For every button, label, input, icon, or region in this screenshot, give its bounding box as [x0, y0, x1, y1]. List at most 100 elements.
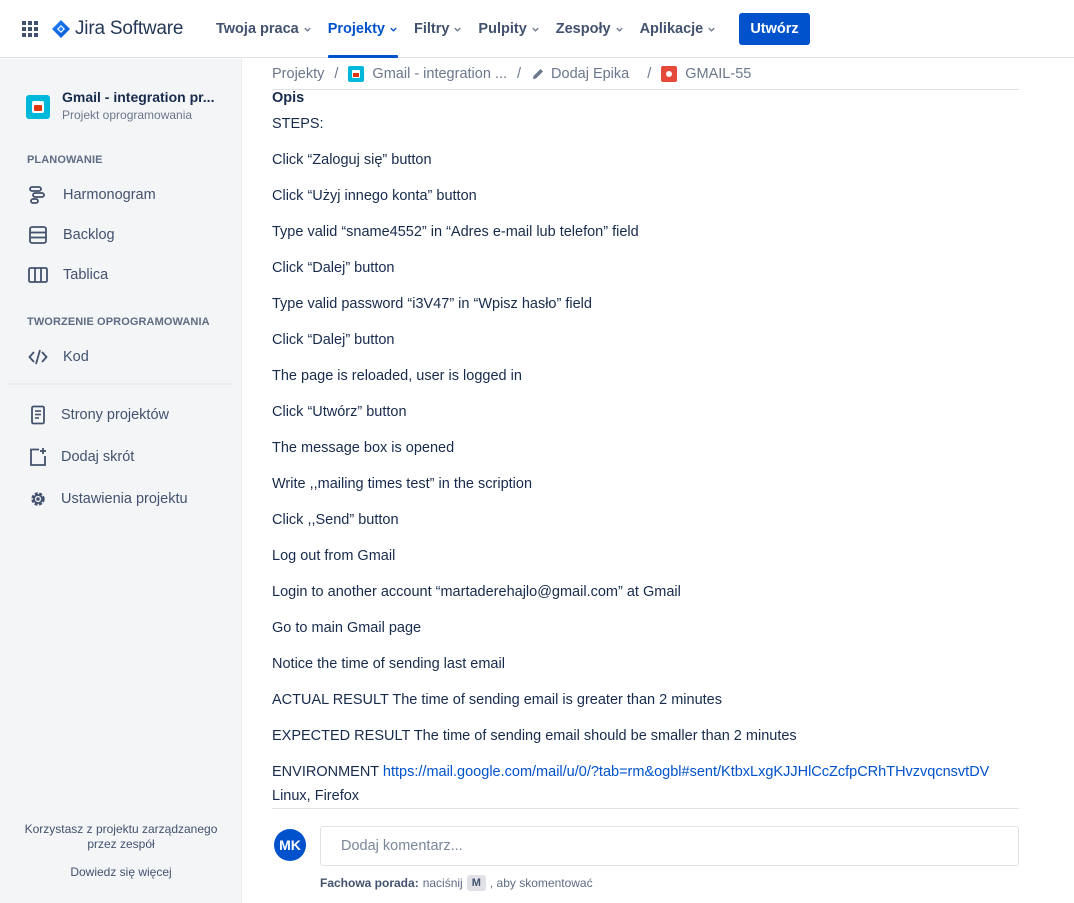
nav-label: Aplikacje: [639, 21, 704, 37]
sidebar-item-kod[interactable]: Kod: [27, 345, 89, 369]
code-icon: [27, 346, 49, 368]
description-line: Log out from Gmail: [272, 548, 396, 564]
breadcrumb: Projekty / Gmail - integration ... / Dod…: [272, 62, 751, 86]
project-type: Projekt oprogramowania: [62, 108, 193, 122]
description-line: Type valid “sname4552” in “Adres e-mail …: [272, 224, 639, 240]
chevron-down-icon: [390, 27, 397, 32]
breadcrumb-epic[interactable]: Dodaj Epika: [531, 66, 629, 82]
nav-label: Twoja praca: [216, 21, 299, 37]
chevron-down-icon: [708, 27, 715, 32]
environment-details: Linux, Firefox: [272, 788, 360, 804]
pro-tip-label: Fachowa porada:: [320, 876, 419, 890]
description-line: Click “Dalej” button: [272, 332, 395, 348]
project-sidebar: Gmail - integration pr... Projekt oprogr…: [0, 59, 242, 903]
description-line: Click ,,Send” button: [272, 512, 399, 528]
pro-tip-text: , aby skomentować: [489, 876, 593, 890]
jira-logo-icon: [52, 20, 70, 38]
breadcrumb-project[interactable]: Gmail - integration ...: [348, 66, 507, 82]
nav-label: Zespoły: [555, 21, 611, 37]
primary-nav: Twoja praca Projekty Filtry Pulpity Zesp…: [208, 0, 724, 58]
nav-pulpity[interactable]: Pulpity: [470, 0, 547, 58]
project-header[interactable]: Gmail - integration pr... Projekt oprogr…: [26, 89, 214, 122]
sidebar-item-label: Dodaj skrót: [61, 449, 135, 465]
chevron-down-icon: [615, 27, 623, 32]
description-line: Login to another account “martaderehajlo…: [272, 584, 681, 600]
app-switcher-icon[interactable]: [22, 21, 38, 37]
comment-input[interactable]: [320, 826, 1019, 866]
project-avatar-icon: [348, 66, 365, 82]
sidebar-item-ustawienia-projektu[interactable]: Ustawienia projektu: [27, 487, 188, 511]
sidebar-divider: [8, 383, 232, 385]
description-line: The message box is opened: [272, 440, 455, 456]
chevron-down-icon: [532, 27, 539, 32]
nav-twoja-praca[interactable]: Twoja praca: [208, 0, 320, 58]
environment-line: ENVIRONMENT https://mail.google.com/mail…: [272, 763, 1020, 787]
breadcrumb-issue[interactable]: GMAIL-55: [661, 66, 751, 82]
description-line: EXPECTED RESULT The time of sending emai…: [272, 728, 797, 744]
description-line: Type valid password “i3V47” in “Wpisz ha…: [272, 296, 592, 312]
sidebar-item-label: Ustawienia projektu: [61, 491, 188, 507]
sidebar-item-harmonogram[interactable]: Harmonogram: [27, 183, 156, 207]
keyboard-shortcut: M: [466, 875, 486, 891]
environment-link[interactable]: https://mail.google.com/mail/u/0/?tab=rm…: [383, 764, 989, 780]
breadcrumb-separator: /: [647, 66, 652, 82]
nav-filtry[interactable]: Filtry: [406, 0, 470, 58]
description-line: ACTUAL RESULT The time of sending email …: [272, 692, 722, 708]
sidebar-item-label: Kod: [63, 349, 89, 365]
description-line: STEPS:: [272, 116, 324, 132]
app-name: Jira Software: [75, 18, 184, 39]
description-line: Go to main Gmail page: [272, 620, 422, 636]
divider: [272, 89, 1019, 90]
timeline-icon: [27, 184, 49, 206]
nav-label: Pulpity: [478, 21, 527, 37]
description-label: Opis: [272, 90, 305, 106]
nav-projekty[interactable]: Projekty: [320, 0, 406, 58]
sidebar-footer-text: Korzystasz z projektu zarządzanego: [24, 822, 218, 836]
learn-more-link[interactable]: Dowiedz się więcej: [0, 865, 242, 879]
chevron-down-icon: [304, 27, 311, 32]
breadcrumb-label: Gmail - integration ...: [372, 66, 507, 82]
description-line: Click “Utwórz” button: [272, 404, 407, 420]
backlog-icon: [27, 224, 49, 246]
section-title-planning: PLANOWANIE: [27, 154, 103, 166]
gear-icon: [27, 488, 49, 510]
breadcrumb-separator: /: [517, 66, 522, 82]
sidebar-item-strony-projektow[interactable]: Strony projektów: [27, 403, 169, 427]
pro-tip-text: naciśnij: [422, 876, 463, 890]
nav-label: Projekty: [327, 21, 385, 37]
top-navigation: Jira Software Twoja praca Projekty Filtr…: [0, 0, 1074, 58]
breadcrumb-separator: /: [334, 66, 339, 82]
description-line: Notice the time of sending last email: [272, 656, 505, 672]
breadcrumb-label: Dodaj Epika: [551, 66, 630, 82]
sidebar-item-backlog[interactable]: Backlog: [27, 223, 115, 247]
description-line: Click “Użyj innego konta” button: [272, 188, 477, 204]
pencil-icon: [533, 69, 544, 79]
create-button[interactable]: Utwórz: [739, 13, 810, 45]
description-line: Click “Dalej” button: [272, 260, 395, 276]
sidebar-item-tablica[interactable]: Tablica: [27, 263, 108, 287]
project-name: Gmail - integration pr...: [62, 89, 215, 105]
chevron-down-icon: [454, 27, 462, 32]
divider: [272, 808, 1019, 809]
bug-icon: [661, 66, 678, 82]
sidebar-item-label: Harmonogram: [63, 187, 156, 203]
breadcrumb-label: GMAIL-55: [685, 66, 752, 82]
description-line: Write ,,mailing times test” in the scrip…: [272, 476, 533, 492]
breadcrumb-projects[interactable]: Projekty: [272, 66, 324, 82]
sidebar-item-label: Strony projektów: [61, 407, 169, 423]
description-line: Click “Zaloguj się” button: [272, 152, 432, 168]
description-body[interactable]: STEPS: Click “Zaloguj się” button Click …: [272, 115, 1020, 823]
sidebar-item-label: Backlog: [63, 227, 115, 243]
section-title-development: TWORZENIE OPROGRAMOWANIA: [27, 316, 210, 328]
sidebar-footer-text: przez zespół: [87, 837, 155, 851]
project-avatar-icon: [26, 95, 50, 119]
nav-zespoly[interactable]: Zespoły: [548, 0, 632, 58]
avatar[interactable]: MK: [274, 829, 306, 861]
jira-logo[interactable]: Jira Software: [52, 16, 183, 42]
pro-tip: Fachowa porada: naciśnij M , aby skoment…: [320, 875, 593, 891]
nav-aplikacje[interactable]: Aplikacje: [632, 0, 725, 58]
pages-icon: [27, 404, 49, 426]
description-line: The page is reloaded, user is logged in: [272, 368, 522, 384]
sidebar-item-label: Tablica: [63, 267, 109, 283]
sidebar-item-dodaj-skrot[interactable]: Dodaj skrót: [27, 445, 134, 469]
